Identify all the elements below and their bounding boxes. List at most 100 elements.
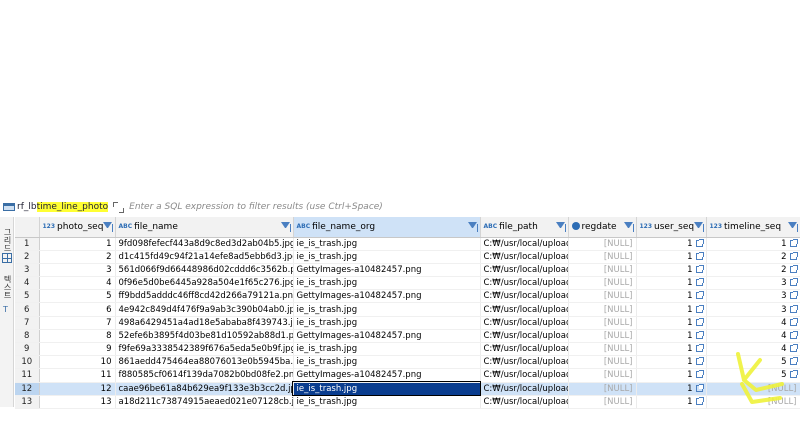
cell-timeline-seq[interactable]: 5 (706, 368, 800, 383)
column-header-file-name-org[interactable]: ABC file_name_org (293, 217, 483, 238)
open-reference-icon[interactable] (695, 278, 704, 287)
cell-timeline-seq[interactable]: 2 (706, 250, 800, 264)
cell-photo-seq[interactable]: 5 (39, 289, 116, 304)
cell-regdate[interactable]: [NULL] (568, 329, 637, 344)
cell-file-path[interactable]: C:₩/usr/local/upload (480, 237, 569, 251)
column-header-file-name[interactable]: ABC file_name (115, 217, 296, 238)
cell-file-name-org[interactable]: ie_is_trash.jpg (293, 237, 481, 251)
open-reference-icon[interactable] (695, 396, 704, 405)
table-row[interactable]: 12 12 caae96be61a84b629ea9f133e3b3cc2d.jpg… (15, 381, 800, 397)
row-number[interactable]: 13 (15, 395, 40, 409)
cell-file-name[interactable]: 4e942c849d4f476f9a9ab3c390b04ab0.jpg (115, 302, 294, 317)
open-reference-icon[interactable] (789, 291, 798, 300)
table-row[interactable]: 4 4 0f96e5d0be6445a928a504e1f65c276.jpg ie_… (15, 276, 800, 291)
expand-icon[interactable] (113, 201, 125, 213)
cell-user-seq[interactable]: 1 (636, 329, 707, 344)
row-number[interactable]: 4 (15, 276, 40, 291)
tab-grid[interactable]: 그리드 (1, 227, 13, 253)
cell-file-path[interactable]: C:₩/usr/local/upload (480, 316, 569, 330)
open-reference-icon[interactable] (789, 357, 798, 366)
cell-regdate[interactable]: [NULL] (568, 355, 637, 370)
cell-file-name-org[interactable]: GettyImages-a10482457.png (293, 329, 481, 344)
cell-file-path[interactable]: C:₩/usr/local/upload (480, 382, 569, 396)
cell-file-name[interactable]: f9fe69a3338542389f676a5eda5e0b9f.jpg (115, 342, 294, 357)
filter-icon[interactable] (467, 222, 483, 232)
cell-file-path[interactable]: C:₩/usr/local/upload (480, 368, 569, 383)
cell-regdate[interactable]: [NULL] (568, 395, 637, 409)
cell-regdate[interactable]: [NULL] (568, 302, 637, 317)
table-row[interactable]: 10 10 861aedd475464ea88076013e0b5945ba.jpg… (15, 355, 800, 370)
cell-user-seq[interactable]: 1 (636, 355, 707, 370)
open-reference-icon[interactable] (695, 330, 704, 339)
open-reference-icon[interactable] (695, 251, 704, 260)
table-row[interactable]: 8 8 52efe6b3895f4d03be81d10592ab88d1.png Ge… (15, 329, 800, 344)
table-row[interactable]: 11 11 f880585cf0614f139da7082b0bd08fe2.png… (15, 368, 800, 383)
table-row[interactable]: 2 2 d1c415fd49c94f21a14efe8ad5ebb6d3.jpg ie… (15, 250, 800, 264)
row-number[interactable]: 11 (15, 368, 40, 383)
table-row[interactable]: 3 3 561d066f9d66448986d02cddd6c3562b.png Ge… (15, 263, 800, 278)
cell-file-name[interactable]: caae96be61a84b629ea9f133e3b3cc2d.jpg (115, 382, 294, 396)
table-row[interactable]: 7 7 498a6429451a4ad18e5ababa8f439743.jpg ie… (15, 316, 800, 330)
cell-regdate[interactable]: [NULL] (568, 316, 637, 330)
cell-photo-seq[interactable]: 4 (39, 276, 116, 291)
cell-file-name[interactable]: a18d211c73874915aeaed021e07128cb.jpg (115, 395, 294, 409)
row-number[interactable]: 1 (15, 237, 40, 251)
cell-file-path[interactable]: C:₩/usr/local/upload (480, 395, 569, 409)
cell-file-name[interactable]: 561d066f9d66448986d02cddd6c3562b.png (115, 263, 294, 278)
cell-file-name[interactable]: 861aedd475464ea88076013e0b5945ba.jpg (115, 355, 294, 370)
table-row[interactable]: 9 9 f9fe69a3338542389f676a5eda5e0b9f.jpg ie… (15, 342, 800, 357)
cell-user-seq[interactable]: 1 (636, 250, 707, 264)
cell-file-name-org[interactable]: ie_is_trash.jpg (293, 316, 481, 330)
cell-file-name[interactable]: 0f96e5d0be6445a928a504e1f65c276.jpg (115, 276, 294, 291)
cell-user-seq[interactable]: 1 (636, 342, 707, 357)
cell-user-seq[interactable]: 1 (636, 276, 707, 291)
cell-file-path[interactable]: C:₩/usr/local/upload (480, 329, 569, 344)
row-number[interactable]: 5 (15, 289, 40, 304)
open-reference-icon[interactable] (695, 317, 704, 326)
cell-timeline-seq[interactable]: 3 (706, 276, 800, 291)
open-reference-icon[interactable] (695, 370, 704, 379)
cell-file-name[interactable]: 52efe6b3895f4d03be81d10592ab88d1.png (115, 329, 294, 344)
open-reference-icon[interactable] (695, 264, 704, 273)
table-row[interactable]: 1 1 9fd098fefecf443a8d9c8ed3d2ab04b5.jpg ie… (15, 237, 800, 251)
cell-user-seq[interactable]: 1 (636, 368, 707, 383)
cell-file-path[interactable]: C:₩/usr/local/upload (480, 289, 569, 304)
open-reference-icon[interactable] (695, 291, 704, 300)
cell-file-name-org[interactable]: ie_is_trash.jpg (292, 381, 481, 397)
cell-photo-seq[interactable]: 7 (39, 316, 116, 330)
column-header-regdate[interactable]: regdate (568, 217, 639, 238)
open-reference-icon[interactable] (695, 357, 704, 366)
open-reference-icon[interactable] (789, 251, 798, 260)
cell-photo-seq[interactable]: 10 (39, 355, 116, 370)
filter-icon[interactable] (102, 222, 118, 232)
cell-file-name[interactable]: f880585cf0614f139da7082b0bd08fe2.png (115, 368, 294, 383)
row-number[interactable]: 2 (15, 250, 40, 264)
cell-regdate[interactable]: [NULL] (568, 263, 637, 278)
cell-file-name[interactable]: 498a6429451a4ad18e5ababa8f439743.jpg (115, 316, 294, 330)
open-reference-icon[interactable] (789, 370, 798, 379)
cell-file-path[interactable]: C:₩/usr/local/upload (480, 276, 569, 291)
cell-timeline-seq[interactable]: [NULL] (706, 382, 800, 396)
open-reference-icon[interactable] (789, 317, 798, 326)
cell-photo-seq[interactable]: 11 (39, 368, 116, 383)
cell-timeline-seq[interactable]: 5 (706, 355, 800, 370)
filter-icon[interactable] (555, 222, 571, 232)
open-reference-icon[interactable] (789, 344, 798, 353)
filter-icon[interactable] (280, 222, 296, 232)
row-number[interactable]: 8 (15, 329, 40, 344)
cell-photo-seq[interactable]: 6 (39, 302, 116, 317)
table-row[interactable]: 5 5 ff9bdd5adddc46ff8cd42d266a79121a.png Ge… (15, 289, 800, 304)
filter-icon[interactable] (787, 222, 800, 232)
cell-file-path[interactable]: C:₩/usr/local/upload (480, 263, 569, 278)
row-number[interactable]: 9 (15, 342, 40, 357)
cell-user-seq[interactable]: 1 (636, 302, 707, 317)
cell-timeline-seq[interactable]: 3 (706, 302, 800, 317)
cell-file-name[interactable]: ff9bdd5adddc46ff8cd42d266a79121a.png (115, 289, 294, 304)
tab-text[interactable]: 텍스트 (1, 272, 13, 302)
column-header-photo-seq[interactable]: 123 photo_seq (39, 217, 118, 238)
cell-file-name-org[interactable]: GettyImages-a10482457.png (293, 368, 481, 383)
open-reference-icon[interactable] (789, 238, 798, 247)
open-reference-icon[interactable] (695, 344, 704, 353)
grid-icon[interactable] (2, 253, 12, 263)
open-reference-icon[interactable] (789, 330, 798, 339)
